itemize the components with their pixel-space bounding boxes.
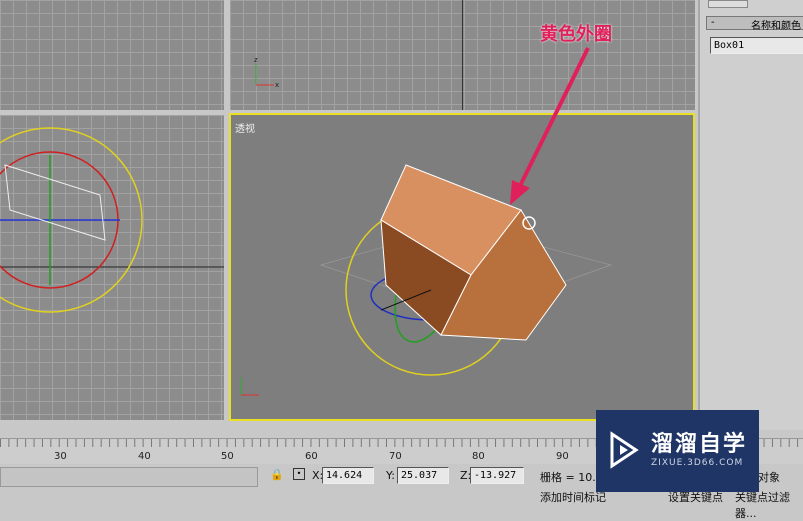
svg-text:z: z <box>254 56 258 64</box>
watermark: 溜溜自学 ZIXUE.3D66.COM <box>596 410 759 492</box>
tick-label: 80 <box>472 451 485 462</box>
tick-label: 90 <box>556 451 569 462</box>
rollout-header[interactable]: - 名称和颜色 <box>706 16 803 32</box>
axis-gizmo-icon: zx <box>254 56 279 89</box>
absolute-mode-icon[interactable]: • <box>293 468 305 480</box>
z-coordinate-input[interactable]: -13.927 <box>470 467 524 484</box>
key-filters-button[interactable]: 关键点过滤器... <box>735 489 803 521</box>
grid-size: 栅格 = 10. <box>540 471 596 484</box>
annotation-label: 黄色外圈 <box>540 24 612 45</box>
svg-text:x: x <box>275 81 279 89</box>
play-logo-icon <box>610 431 639 469</box>
prompt-line <box>0 467 258 487</box>
object-name-input[interactable]: Box01 <box>710 37 803 54</box>
rollout-title: 名称和颜色 <box>751 21 801 32</box>
watermark-brand: 溜溜自学 <box>651 432 748 457</box>
tick-label: 60 <box>305 451 318 462</box>
tick-label: 70 <box>389 451 402 462</box>
rollout-toggle[interactable]: - <box>711 17 715 28</box>
tick-label: 40 <box>138 451 151 462</box>
tick-label: 30 <box>54 451 67 462</box>
command-panel: - 名称和颜色 Box01 <box>698 0 803 430</box>
viewport-left[interactable] <box>0 115 224 420</box>
annotation-arrow-icon <box>510 47 590 205</box>
y-coordinate-input[interactable]: 25.037 <box>397 467 449 484</box>
selection-dropdown[interactable]: 对象 <box>758 469 780 485</box>
object-gizmo-icon <box>0 127 224 313</box>
x-coordinate-input[interactable]: 14.624 <box>322 467 374 484</box>
viewport-top[interactable] <box>0 0 224 110</box>
watermark-url: ZIXUE.3D66.COM <box>651 458 744 468</box>
tick-label: 50 <box>221 451 234 462</box>
y-label: Y: <box>386 469 395 482</box>
lock-icon[interactable]: 🔒 <box>270 468 284 481</box>
